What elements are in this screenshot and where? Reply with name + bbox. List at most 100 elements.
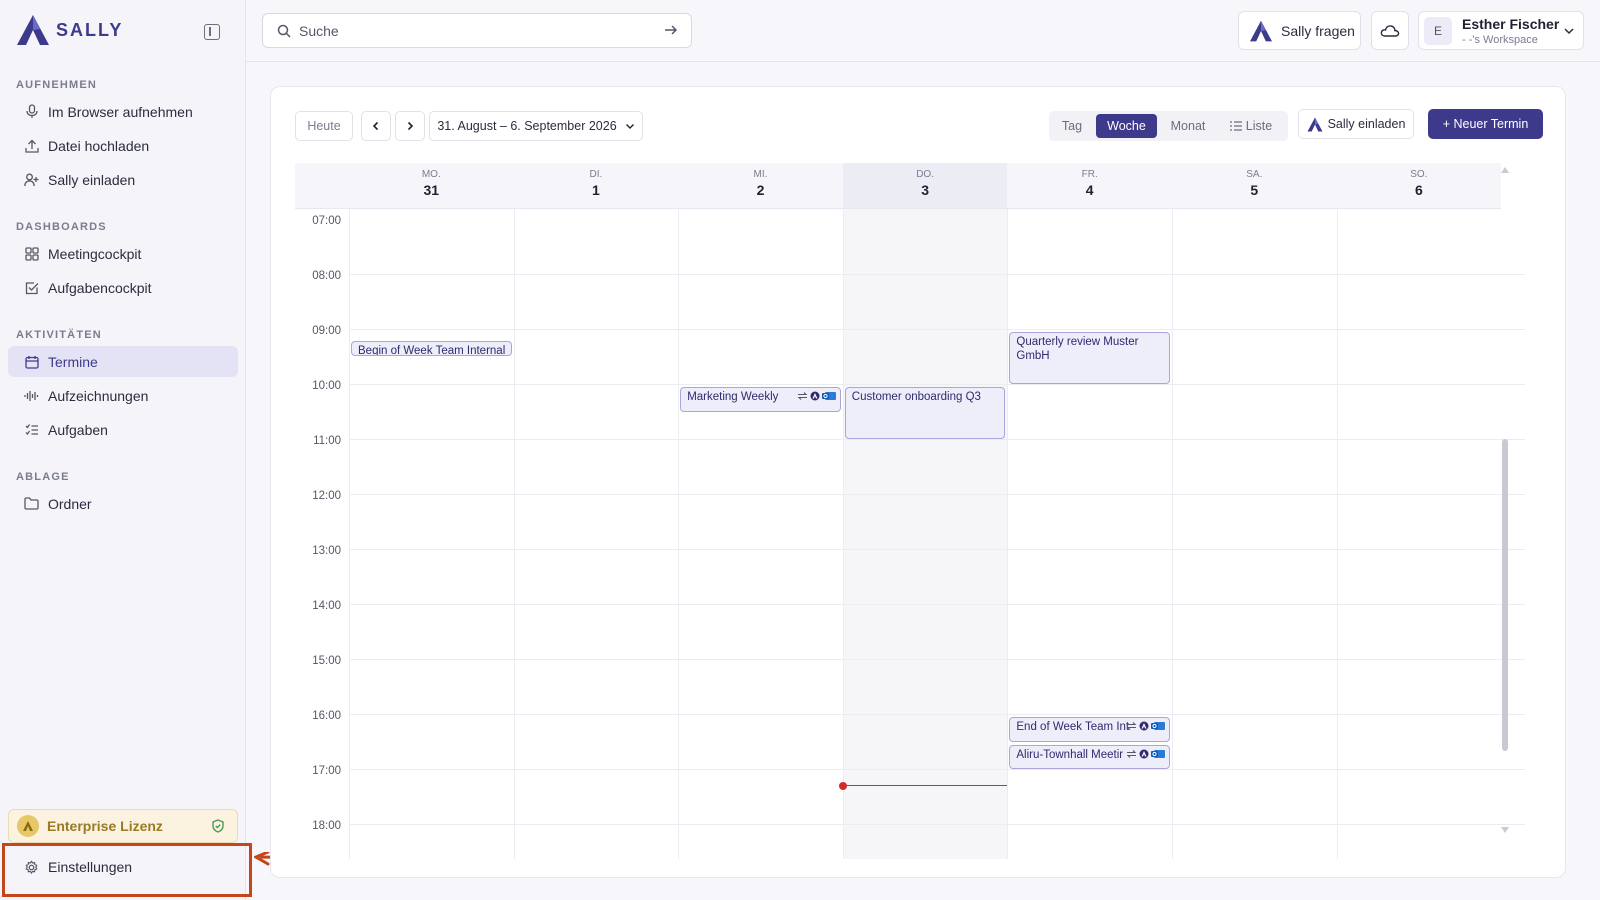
sidebar-item-aufgabencockpit[interactable]: Aufgabencockpit bbox=[8, 272, 238, 303]
day-header[interactable]: SO. 6 bbox=[1336, 163, 1502, 209]
shield-check-icon bbox=[212, 819, 224, 833]
day-header[interactable]: SA. 5 bbox=[1172, 163, 1337, 209]
sidebar-item-sally-einladen[interactable]: Sally einladen bbox=[8, 164, 238, 195]
day-header[interactable]: FR. 4 bbox=[1007, 163, 1172, 209]
next-week-button[interactable] bbox=[395, 111, 425, 141]
sally-logo-icon bbox=[17, 15, 49, 45]
scroll-up-icon[interactable] bbox=[1501, 167, 1509, 173]
date-range-picker[interactable]: 31. August – 6. September 2026 bbox=[429, 111, 643, 141]
hour-gridline bbox=[349, 604, 1525, 605]
sally-logo[interactable]: SALLY bbox=[16, 14, 123, 46]
sidebar-item-ordner[interactable]: Ordner bbox=[8, 488, 238, 519]
hour-gridline bbox=[349, 824, 1525, 825]
day-column[interactable] bbox=[678, 209, 843, 859]
hour-gridline bbox=[349, 439, 1525, 440]
day-column[interactable] bbox=[349, 209, 514, 859]
user-menu[interactable]: E Esther Fischer - -'s Workspace bbox=[1418, 11, 1584, 50]
grid-icon bbox=[24, 246, 39, 261]
day-header[interactable]: DI. 1 bbox=[513, 163, 679, 209]
day-date: 6 bbox=[1414, 182, 1423, 198]
calendar-event[interactable]: Customer onboarding Q3 bbox=[844, 387, 1006, 439]
enterprise-license-badge[interactable]: Enterprise Lizenz bbox=[8, 809, 238, 843]
view-month-tab[interactable]: Monat bbox=[1161, 114, 1215, 138]
calendar-event[interactable]: Marketing Weekly bbox=[680, 387, 841, 412]
view-week-tab[interactable]: Woche bbox=[1096, 114, 1157, 138]
sally-badge-icon bbox=[810, 391, 820, 401]
event-status-icons bbox=[797, 391, 836, 401]
recurring-icon bbox=[1126, 749, 1137, 758]
day-date: 31 bbox=[423, 182, 440, 198]
day-header[interactable]: DO. 3 bbox=[842, 163, 1008, 209]
sidebar-item-termine[interactable]: Termine bbox=[8, 346, 238, 377]
today-button[interactable]: Heute bbox=[295, 111, 353, 141]
arrow-right-icon[interactable] bbox=[663, 22, 679, 38]
hour-label: 10:00 bbox=[312, 380, 341, 392]
calendar-event[interactable]: Aliru-Townhall Meetir bbox=[1009, 744, 1170, 769]
invite-sally-button[interactable]: Sally einladen bbox=[1298, 109, 1414, 139]
scroll-thumb[interactable] bbox=[1502, 439, 1508, 751]
sidebar: SALLY AUFNEHMEN Im Browser aufnehmen Datei… bbox=[0, 0, 246, 900]
sidebar-item-aufzeichnungen[interactable]: Aufzeichnungen bbox=[8, 380, 238, 411]
section-title: DASHBOARDS bbox=[16, 221, 107, 233]
search-placeholder: Suche bbox=[299, 22, 339, 39]
day-column[interactable] bbox=[1172, 209, 1337, 859]
section-title: AUFNEHMEN bbox=[16, 79, 98, 91]
week-calendar-grid: MO. 31 DI. 1 MI. 2 DO. 3 FR. 4 SA. 5 SO. 6 07:00 08:00 0… bbox=[295, 163, 1525, 859]
outlook-icon bbox=[821, 392, 836, 400]
day-date: 2 bbox=[756, 182, 765, 198]
sidebar-item-aufgaben[interactable]: Aufgaben bbox=[8, 414, 238, 445]
day-header[interactable]: MI. 2 bbox=[678, 163, 843, 209]
hour-label: 18:00 bbox=[312, 820, 341, 832]
day-name: DI. bbox=[589, 169, 603, 180]
sidebar-item-im-browser-aufnehmen[interactable]: Im Browser aufnehmen bbox=[8, 96, 238, 127]
collapse-sidebar-icon[interactable] bbox=[204, 24, 220, 40]
sally-logo-icon bbox=[1307, 116, 1323, 132]
time-gutter-header bbox=[295, 163, 349, 209]
chevron-right-icon bbox=[407, 121, 414, 131]
event-title: End of Week Team Int bbox=[1016, 721, 1130, 733]
view-list-tab[interactable]: Liste bbox=[1221, 114, 1281, 138]
hour-gridline bbox=[349, 494, 1525, 495]
day-column[interactable] bbox=[513, 209, 679, 859]
calendar-event[interactable]: Quarterly review Muster GmbH bbox=[1009, 332, 1170, 384]
outlook-icon bbox=[1150, 749, 1165, 758]
hour-label: 12:00 bbox=[312, 490, 341, 502]
calendar-scrollbar[interactable] bbox=[1501, 167, 1509, 847]
ask-sally-button[interactable]: Sally fragen bbox=[1238, 11, 1361, 50]
day-name: FR. bbox=[1081, 169, 1098, 180]
user-name: Esther Fischer bbox=[1462, 16, 1560, 32]
day-date: 4 bbox=[1085, 182, 1094, 198]
previous-week-button[interactable] bbox=[361, 111, 391, 141]
cloud-sync-button[interactable] bbox=[1371, 11, 1409, 50]
day-date: 5 bbox=[1250, 182, 1259, 198]
new-event-button[interactable]: + Neuer Termin bbox=[1428, 109, 1543, 139]
calendar-event[interactable]: Begin of Week Team Internal bbox=[351, 341, 512, 357]
day-header[interactable]: MO. 31 bbox=[349, 163, 514, 209]
recurring-icon bbox=[797, 392, 808, 400]
search-input[interactable]: Suche bbox=[262, 13, 692, 48]
view-switcher: Tag Woche Monat Liste bbox=[1049, 111, 1288, 141]
event-title: Customer onboarding Q3 bbox=[851, 391, 981, 403]
hour-gridline bbox=[349, 329, 1525, 330]
hour-label: 08:00 bbox=[312, 270, 341, 282]
sidebar-item-datei-hochladen[interactable]: Datei hochladen bbox=[8, 130, 238, 161]
scroll-down-icon[interactable] bbox=[1501, 827, 1509, 833]
day-date: 3 bbox=[921, 182, 929, 198]
sidebar-item-label: Aufgaben bbox=[48, 421, 108, 438]
list-icon bbox=[1229, 121, 1242, 131]
hour-label: 09:00 bbox=[312, 325, 341, 337]
hour-label: 14:00 bbox=[312, 600, 341, 612]
sidebar-item-label: Ordner bbox=[48, 495, 92, 512]
user-plus-icon bbox=[24, 172, 39, 187]
hour-label: 11:00 bbox=[313, 435, 341, 447]
calendar-event[interactable]: End of Week Team Int bbox=[1009, 717, 1170, 742]
sidebar-item-label: Sally einladen bbox=[48, 171, 136, 188]
day-column[interactable] bbox=[842, 209, 1008, 859]
sidebar-item-meetingcockpit[interactable]: Meetingcockpit bbox=[8, 238, 238, 269]
view-day-tab[interactable]: Tag bbox=[1053, 114, 1091, 138]
day-column[interactable] bbox=[1336, 209, 1502, 859]
event-status-icons bbox=[1126, 721, 1165, 731]
event-status-icons bbox=[1126, 749, 1165, 759]
hour-label: 17:00 bbox=[312, 765, 341, 777]
license-logo-icon bbox=[17, 815, 39, 837]
